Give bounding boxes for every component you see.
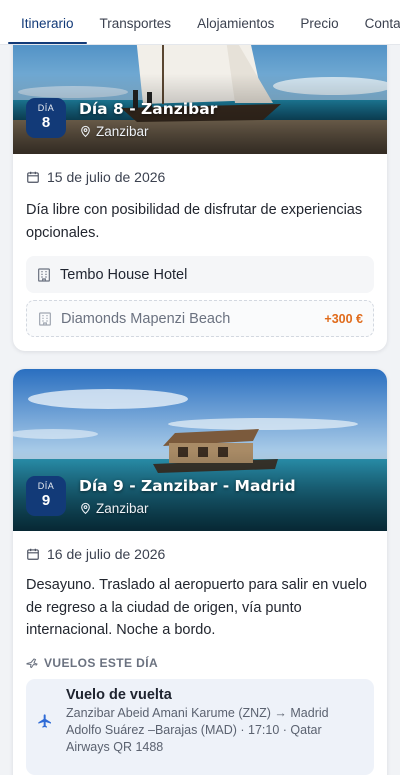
hotel-upgrade-option[interactable]: Diamonds Mapenzi Beach +300 €: [26, 300, 374, 337]
hotel-building-icon: [38, 267, 50, 282]
hotel-building-icon: [39, 311, 51, 326]
calendar-icon: [27, 548, 39, 560]
day-date: 15 de julio de 2026: [26, 169, 165, 185]
map-pin-icon: [81, 502, 90, 515]
flight-title: Vuelo de vuelta: [66, 687, 172, 703]
day-location: Zanzibar: [79, 124, 149, 139]
day-badge: DÍA 9: [26, 476, 66, 516]
flight-card[interactable]: Vuelo de vuelta Zanzibar Abeid Amani Kar…: [26, 679, 374, 775]
day-description: Día libre con posibilidad de disfrutar d…: [26, 202, 363, 241]
day-title: Día 9 - Zanzibar - Madrid: [79, 477, 296, 495]
day-description: Desayuno. Traslado al aeropuerto para sa…: [26, 577, 367, 638]
flight-details: Zanzibar Abeid Amani Karume (ZNZ) → Madr…: [66, 706, 329, 754]
plane-icon: [38, 714, 51, 728]
section-tabs: Itinerario Transportes Alojamientos Prec…: [0, 0, 400, 45]
day-date: 16 de julio de 2026: [26, 546, 165, 562]
tab-transportes[interactable]: Transportes: [87, 16, 185, 44]
day-number: 9: [41, 492, 51, 509]
day-badge: DÍA 8: [26, 98, 66, 138]
hotel-option[interactable]: Tembo House Hotel: [26, 256, 374, 293]
hotel-name: Tembo House Hotel: [60, 266, 188, 283]
day-number: 8: [41, 114, 51, 131]
tab-contacto[interactable]: Contacto: [352, 16, 400, 44]
flights-heading-label: VUELOS ESTE DÍA: [44, 656, 159, 670]
tab-alojamientos[interactable]: Alojamientos: [184, 16, 287, 44]
day-date-label: 16 de julio de 2026: [47, 546, 166, 562]
day-card-9: DÍA 9 Día 9 - Zanzibar - Madrid Zanzibar…: [13, 369, 387, 775]
day-date-label: 15 de julio de 2026: [47, 169, 166, 185]
day-hero-image: [13, 369, 387, 531]
day-title: Día 8 - Zanzibar: [79, 100, 218, 118]
day-location-label: Zanzibar: [96, 124, 149, 139]
day-location-label: Zanzibar: [96, 501, 149, 516]
rock-restaurant-photo: [13, 369, 387, 531]
day-label: DÍA: [37, 103, 55, 113]
tab-itinerario[interactable]: Itinerario: [8, 16, 87, 44]
calendar-icon: [27, 171, 39, 183]
map-pin-icon: [81, 125, 90, 138]
plane-icon: [26, 658, 38, 669]
tab-precio[interactable]: Precio: [287, 16, 351, 44]
flights-heading: VUELOS ESTE DÍA: [26, 656, 158, 670]
day-label: DÍA: [37, 481, 55, 491]
day-card-8: DÍA 8 Día 8 - Zanzibar Zanzibar 15 de ju…: [13, 8, 387, 351]
day-location: Zanzibar: [79, 501, 149, 516]
hotel-name: Diamonds Mapenzi Beach: [61, 310, 231, 327]
hotel-supplement-price: +300 €: [324, 311, 363, 326]
